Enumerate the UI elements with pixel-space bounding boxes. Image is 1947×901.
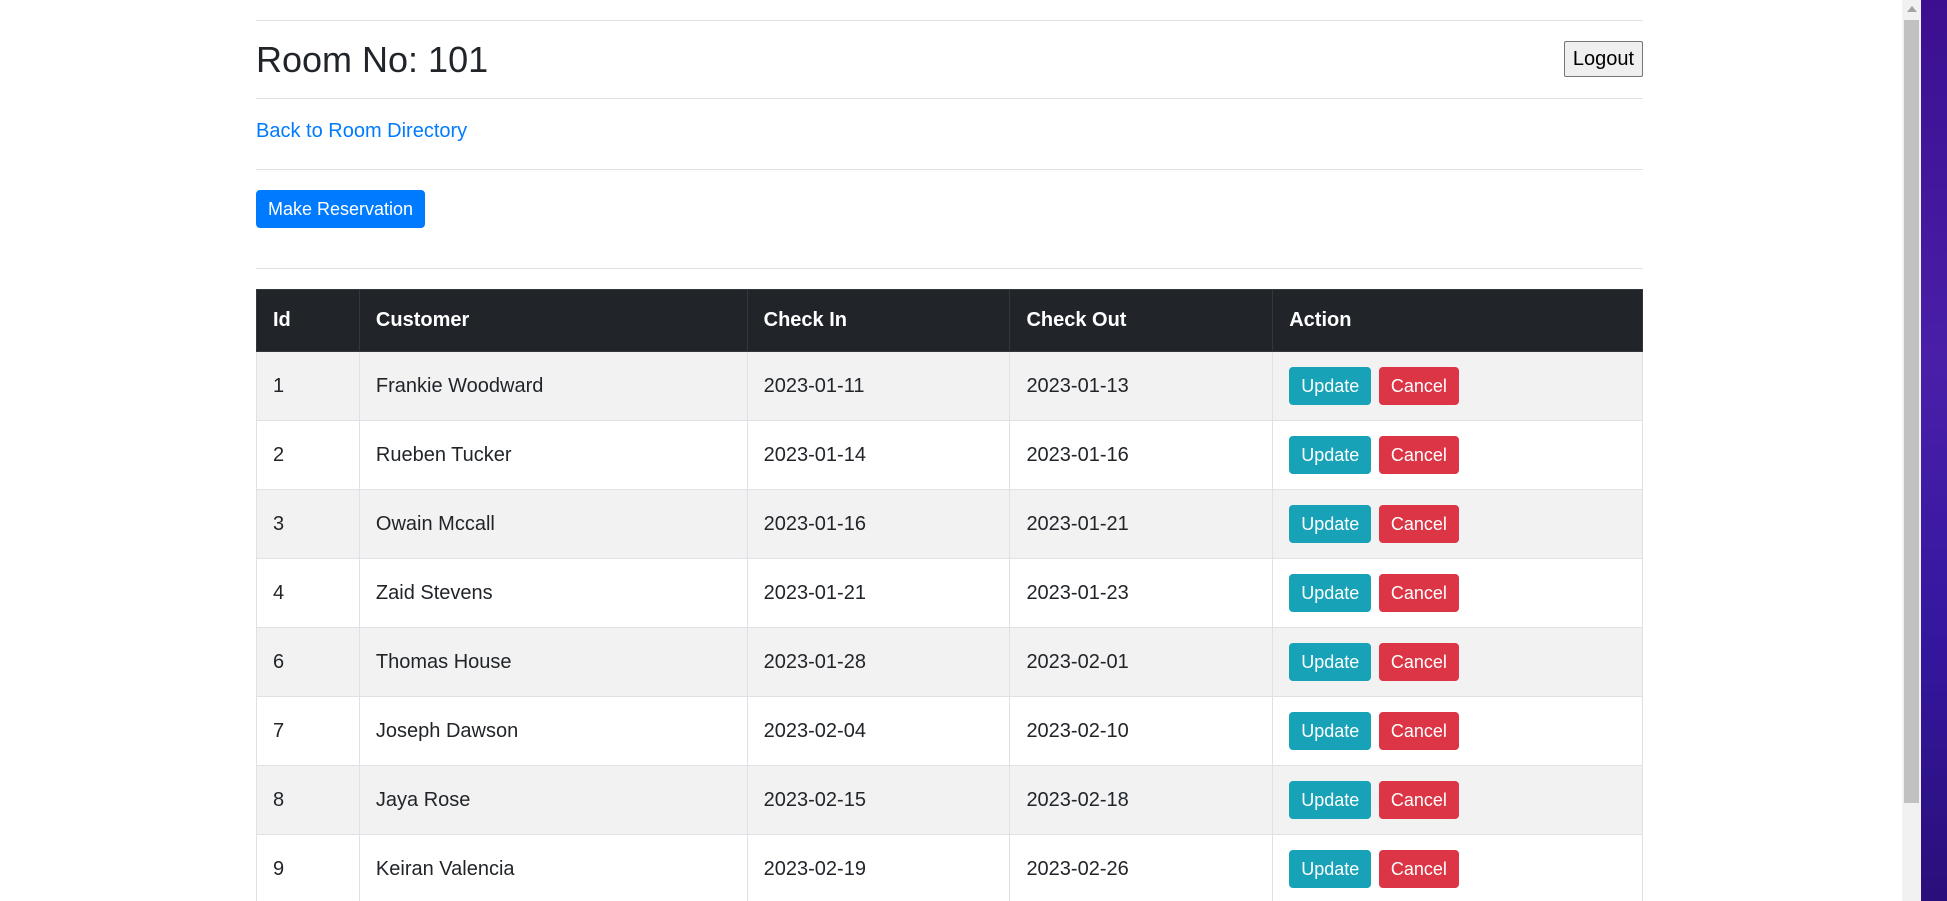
cell-id: 8 bbox=[256, 765, 360, 835]
column-header-action: Action bbox=[1272, 289, 1643, 352]
nav-divider bbox=[256, 169, 1643, 170]
cancel-button[interactable]: Cancel bbox=[1378, 781, 1459, 819]
cell-check-in: 2023-02-04 bbox=[746, 696, 1011, 766]
cell-action: Update Cancel bbox=[1272, 489, 1643, 559]
cell-action: Update Cancel bbox=[1272, 558, 1643, 628]
cell-id: 1 bbox=[256, 351, 360, 421]
cell-action: Update Cancel bbox=[1272, 696, 1643, 766]
column-header-check-out: Check Out bbox=[1009, 289, 1274, 352]
cell-check-out: 2023-01-23 bbox=[1009, 558, 1274, 628]
column-header-check-in: Check In bbox=[746, 289, 1011, 352]
update-button[interactable]: Update bbox=[1289, 850, 1372, 888]
cell-check-in: 2023-01-16 bbox=[746, 489, 1011, 559]
cell-id: 4 bbox=[256, 558, 360, 628]
cancel-button[interactable]: Cancel bbox=[1378, 367, 1459, 405]
vertical-scrollbar[interactable] bbox=[1902, 0, 1921, 901]
column-header-id: Id bbox=[256, 289, 360, 352]
update-button[interactable]: Update bbox=[1289, 643, 1372, 681]
cell-id: 2 bbox=[256, 420, 360, 490]
table-body: 1 Frankie Woodward 2023-01-11 2023-01-13… bbox=[256, 351, 1643, 901]
update-button[interactable]: Update bbox=[1289, 574, 1372, 612]
cell-id: 3 bbox=[256, 489, 360, 559]
cancel-button[interactable]: Cancel bbox=[1378, 850, 1459, 888]
top-divider bbox=[256, 20, 1643, 21]
table-row: 1 Frankie Woodward 2023-01-11 2023-01-13… bbox=[256, 351, 1643, 421]
cell-check-out: 2023-02-10 bbox=[1009, 696, 1274, 766]
update-button[interactable]: Update bbox=[1289, 436, 1372, 474]
table-row: 9 Keiran Valencia 2023-02-19 2023-02-26 … bbox=[256, 834, 1643, 901]
cancel-button[interactable]: Cancel bbox=[1378, 643, 1459, 681]
table-row: 8 Jaya Rose 2023-02-15 2023-02-18 Update… bbox=[256, 765, 1643, 835]
make-reservation-button[interactable]: Make Reservation bbox=[256, 190, 426, 228]
column-header-customer: Customer bbox=[358, 289, 748, 352]
cell-check-in: 2023-01-14 bbox=[746, 420, 1011, 490]
cell-id: 6 bbox=[256, 627, 360, 697]
scrollbar-thumb[interactable] bbox=[1904, 20, 1919, 803]
table-header-row: Id Customer Check In Check Out Action bbox=[256, 289, 1643, 352]
table-row: 7 Joseph Dawson 2023-02-04 2023-02-10 Up… bbox=[256, 696, 1643, 766]
reservations-table: Id Customer Check In Check Out Action 1 … bbox=[256, 289, 1643, 901]
cell-id: 9 bbox=[256, 834, 360, 901]
update-button[interactable]: Update bbox=[1289, 781, 1372, 819]
cell-check-out: 2023-02-18 bbox=[1009, 765, 1274, 835]
cell-customer: Zaid Stevens bbox=[358, 558, 748, 628]
cell-check-out: 2023-01-13 bbox=[1009, 351, 1274, 421]
update-button[interactable]: Update bbox=[1289, 712, 1372, 750]
table-row: 6 Thomas House 2023-01-28 2023-02-01 Upd… bbox=[256, 627, 1643, 697]
back-to-room-directory-link[interactable]: Back to Room Directory bbox=[256, 120, 467, 143]
cell-check-out: 2023-01-16 bbox=[1009, 420, 1274, 490]
cell-action: Update Cancel bbox=[1272, 420, 1643, 490]
table-row: 3 Owain Mccall 2023-01-16 2023-01-21 Upd… bbox=[256, 489, 1643, 559]
scroll-up-arrow-icon[interactable] bbox=[1907, 6, 1917, 12]
title-divider bbox=[256, 98, 1643, 99]
cell-customer: Frankie Woodward bbox=[358, 351, 748, 421]
desktop-background bbox=[1921, 0, 1947, 901]
cell-check-in: 2023-02-19 bbox=[746, 834, 1011, 901]
cell-id: 7 bbox=[256, 696, 360, 766]
cell-check-in: 2023-01-11 bbox=[746, 351, 1011, 421]
update-button[interactable]: Update bbox=[1289, 505, 1372, 543]
cell-action: Update Cancel bbox=[1272, 351, 1643, 421]
cell-customer: Owain Mccall bbox=[358, 489, 748, 559]
page-viewport: Room No: 101 Logout Back to Room Directo… bbox=[0, 0, 1902, 901]
cell-customer: Thomas House bbox=[358, 627, 748, 697]
table-row: 4 Zaid Stevens 2023-01-21 2023-01-23 Upd… bbox=[256, 558, 1643, 628]
cell-check-in: 2023-02-15 bbox=[746, 765, 1011, 835]
cell-action: Update Cancel bbox=[1272, 765, 1643, 835]
cell-check-out: 2023-01-21 bbox=[1009, 489, 1274, 559]
cancel-button[interactable]: Cancel bbox=[1378, 712, 1459, 750]
cell-check-out: 2023-02-01 bbox=[1009, 627, 1274, 697]
cancel-button[interactable]: Cancel bbox=[1378, 505, 1459, 543]
cell-check-in: 2023-01-28 bbox=[746, 627, 1011, 697]
cell-customer: Jaya Rose bbox=[358, 765, 748, 835]
table-row: 2 Rueben Tucker 2023-01-14 2023-01-16 Up… bbox=[256, 420, 1643, 490]
cancel-button[interactable]: Cancel bbox=[1378, 574, 1459, 612]
cancel-button[interactable]: Cancel bbox=[1378, 436, 1459, 474]
cell-check-in: 2023-01-21 bbox=[746, 558, 1011, 628]
cell-customer: Joseph Dawson bbox=[358, 696, 748, 766]
cell-check-out: 2023-02-26 bbox=[1009, 834, 1274, 901]
update-button[interactable]: Update bbox=[1289, 367, 1372, 405]
table-header: Id Customer Check In Check Out Action bbox=[256, 289, 1643, 352]
actions-divider bbox=[256, 268, 1643, 269]
cell-action: Update Cancel bbox=[1272, 834, 1643, 901]
cell-customer: Rueben Tucker bbox=[358, 420, 748, 490]
cell-customer: Keiran Valencia bbox=[358, 834, 748, 901]
page-title: Room No: 101 bbox=[256, 39, 489, 80]
logout-button[interactable]: Logout bbox=[1563, 41, 1643, 77]
cell-action: Update Cancel bbox=[1272, 627, 1643, 697]
